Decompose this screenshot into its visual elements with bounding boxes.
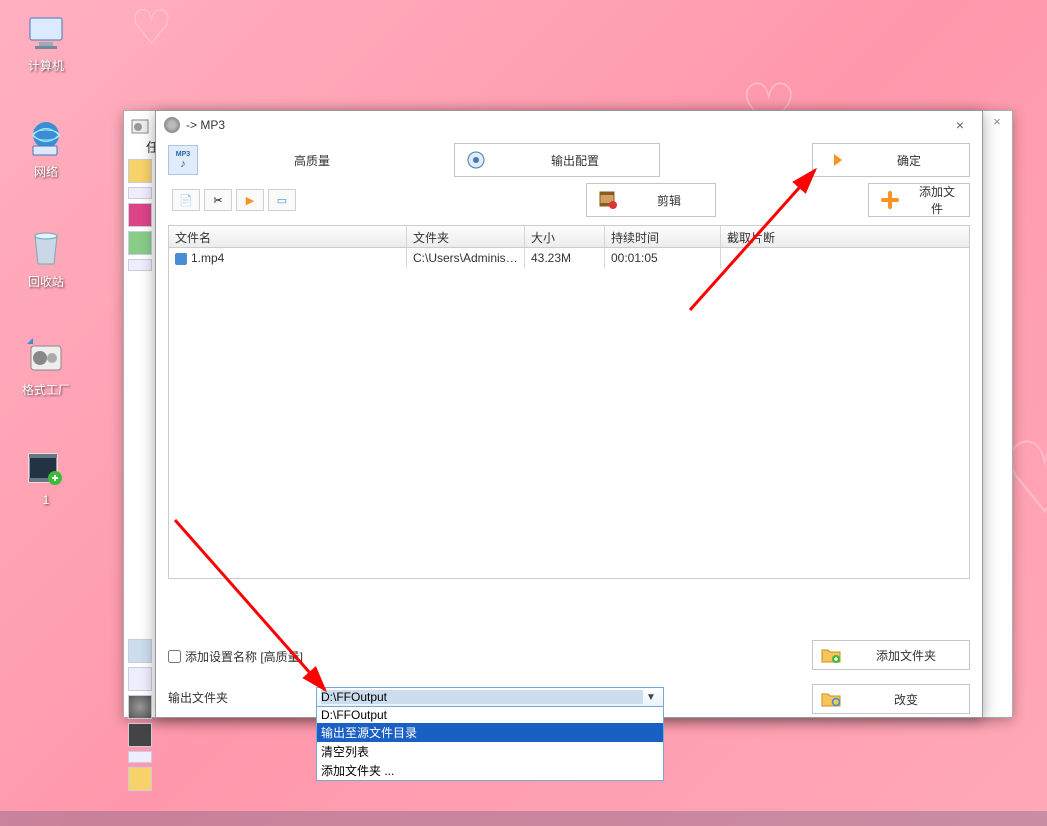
desktop-icon-recycle[interactable]: 回收站 <box>6 228 86 290</box>
button-label: 确定 <box>859 152 959 169</box>
taskbar[interactable] <box>0 811 1047 826</box>
cell-size: 43.23M <box>525 248 605 268</box>
quality-label: 高质量 <box>294 152 330 169</box>
confirm-button[interactable]: 确定 <box>812 143 970 177</box>
file-table-header: 文件名 文件夹 大小 持续时间 截取片断 <box>169 226 969 248</box>
combo-dropdown-list: D:\FFOutput 输出至源文件目录 清空列表 添加文件夹 ... <box>316 707 664 781</box>
play-icon: ▶ <box>246 194 254 207</box>
button-label: 添加文件 <box>915 183 959 217</box>
parent-app-icon <box>130 117 150 137</box>
add-folder-button[interactable]: 添加文件夹 <box>812 640 970 670</box>
desktop-icon-formatfactory[interactable]: 格式工厂 <box>6 336 86 398</box>
button-label: 输出配置 <box>501 152 649 169</box>
film-edit-icon <box>597 189 619 211</box>
cell-name: 1.mp4 <box>191 251 224 265</box>
plus-icon <box>879 189 901 211</box>
combo-option[interactable]: 添加文件夹 ... <box>317 761 663 780</box>
change-button[interactable]: 改变 <box>812 684 970 714</box>
desktop-icon-computer[interactable]: 计算机 <box>6 12 86 74</box>
computer-icon <box>25 12 67 54</box>
col-header-size[interactable]: 大小 <box>525 226 605 247</box>
cut-button[interactable]: ✂ <box>204 189 232 211</box>
play-button[interactable]: ▶ <box>236 189 264 211</box>
cell-duration: 00:01:05 <box>605 248 721 268</box>
button-label: 剪辑 <box>633 192 705 209</box>
dialog-app-icon <box>164 117 180 133</box>
mp3-format-icon: MP3 ♪ <box>168 145 198 175</box>
video-file-icon <box>175 253 187 265</box>
col-header-folder[interactable]: 文件夹 <box>407 226 525 247</box>
formatfactory-icon <box>25 336 67 378</box>
cell-folder: C:\Users\Administr... <box>407 248 525 268</box>
output-dir-combo[interactable]: D:\FFOutput ▼ D:\FFOutput 输出至源文件目录 清空列表 … <box>316 687 664 707</box>
button-label: 添加文件夹 <box>851 647 961 664</box>
folder-change-icon <box>821 690 841 708</box>
desktop-icon-network[interactable]: 网络 <box>6 118 86 180</box>
recycle-bin-icon <box>25 228 67 270</box>
video-file-icon <box>25 448 67 490</box>
dialog-titlebar[interactable]: -> MP3 × <box>156 111 982 139</box>
info-icon: ▭ <box>277 194 287 207</box>
combo-value: D:\FFOutput <box>321 690 643 704</box>
parent-left-thumbs <box>128 159 154 791</box>
chevron-down-icon: ▼ <box>643 692 659 703</box>
file-table[interactable]: 文件名 文件夹 大小 持续时间 截取片断 1.mp4 C:\Users\Admi… <box>168 225 970 579</box>
cell-clip <box>721 255 831 261</box>
remove-button[interactable]: 📄 <box>172 189 200 211</box>
desktop-icon-label: 格式工厂 <box>6 381 86 398</box>
combo-option[interactable]: 清空列表 <box>317 742 663 761</box>
scissors-icon: ✂ <box>213 194 222 207</box>
desktop-icon-file1[interactable]: 1 <box>6 448 86 507</box>
mp3-convert-dialog: -> MP3 × MP3 ♪ 高质量 输出配置 确定 <box>155 110 983 718</box>
desktop-icon-label: 1 <box>6 493 86 507</box>
confirm-arrow-icon <box>823 149 845 171</box>
edit-button[interactable]: 剪辑 <box>586 183 716 217</box>
col-header-name[interactable]: 文件名 <box>169 226 407 247</box>
desktop-icon-label: 网络 <box>6 163 86 180</box>
file-minus-icon: 📄 <box>179 194 193 207</box>
close-icon[interactable]: × <box>946 117 974 133</box>
desktop-icon-label: 回收站 <box>6 273 86 290</box>
info-button[interactable]: ▭ <box>268 189 296 211</box>
output-dir-label: 输出文件夹 <box>168 689 316 706</box>
checkbox-label: 添加设置名称 [高质量] <box>185 648 303 665</box>
col-header-duration[interactable]: 持续时间 <box>605 226 721 247</box>
add-settings-name-checkbox[interactable] <box>168 650 181 663</box>
network-icon <box>25 118 67 160</box>
gear-globe-icon <box>465 149 487 171</box>
combo-option[interactable]: D:\FFOutput <box>317 707 663 723</box>
add-file-button[interactable]: 添加文件 <box>868 183 970 217</box>
table-row[interactable]: 1.mp4 C:\Users\Administr... 43.23M 00:01… <box>169 248 969 268</box>
col-header-clip[interactable]: 截取片断 <box>721 226 831 247</box>
dialog-title: -> MP3 <box>186 118 946 132</box>
combo-option[interactable]: 输出至源文件目录 <box>317 723 663 742</box>
output-config-button[interactable]: 输出配置 <box>454 143 660 177</box>
desktop-icon-label: 计算机 <box>6 57 86 74</box>
folder-plus-icon <box>821 646 841 664</box>
button-label: 改变 <box>851 691 961 708</box>
parent-close-button[interactable]: × <box>988 114 1006 132</box>
